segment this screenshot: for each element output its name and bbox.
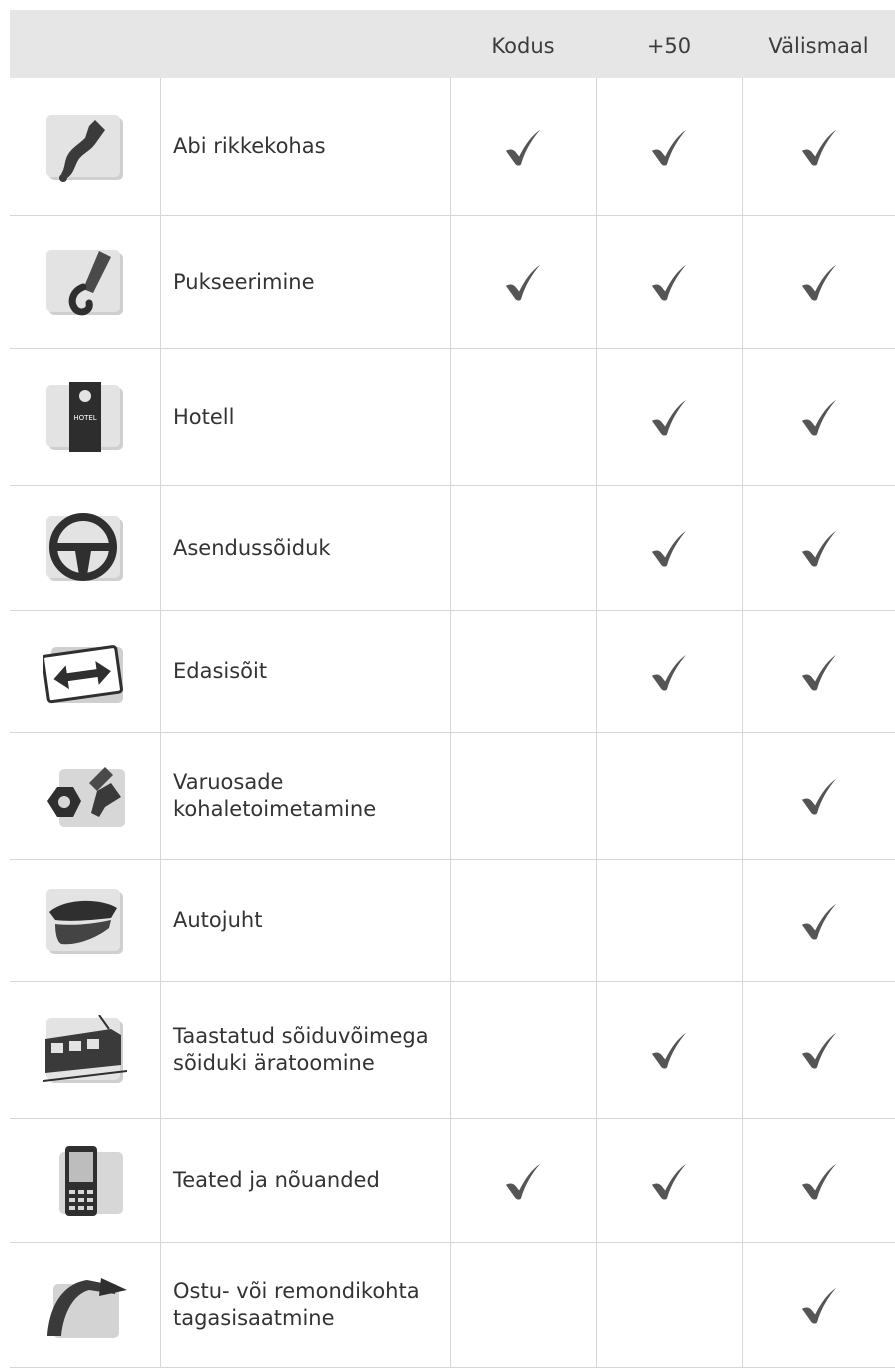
mobile-phone-icon (10, 1119, 160, 1242)
row-label: Asendussõiduk (173, 535, 331, 560)
empty-cell (450, 860, 596, 981)
checkmark-icon (596, 611, 742, 732)
checkmark-icon (742, 611, 895, 732)
column-divider (160, 1119, 161, 1242)
row-label: Ostu- või remondikohta tagasisaatmine (173, 1279, 420, 1330)
column-divider (160, 216, 161, 348)
table-row: Edasisõit (10, 611, 895, 733)
table-row: HOTEL Hotell (10, 349, 895, 486)
empty-cell (450, 349, 596, 485)
hotel-door-hanger-icon: HOTEL (10, 349, 160, 485)
column-divider (160, 860, 161, 981)
column-divider (160, 733, 161, 859)
checkmark-icon (742, 1119, 895, 1242)
table-row: Pukseerimine (10, 216, 895, 349)
checkmark-icon (742, 1243, 895, 1367)
row-label: Teated ja nõuanded (173, 1168, 380, 1192)
empty-cell (450, 611, 596, 732)
row-label: Taastatud sõiduvõimega sõiduki äratoomin… (173, 1024, 429, 1075)
column-divider (160, 486, 161, 610)
checkmark-icon (742, 982, 895, 1118)
table-row: Varuosade kohaletoimetamine (10, 733, 895, 860)
checkmark-icon (742, 733, 895, 859)
empty-cell (450, 486, 596, 610)
table-body: Abi rikkekohas Pukseerimine HOTEL Hotell Ase… (10, 78, 895, 1368)
checkmark-icon (596, 982, 742, 1118)
checkmark-icon (742, 349, 895, 485)
checkmark-icon (596, 1119, 742, 1242)
checkmark-icon (742, 78, 895, 215)
table-row: Taastatud sõiduvõimega sõiduki äratoomin… (10, 982, 895, 1119)
column-divider (160, 349, 161, 485)
empty-cell (596, 1243, 742, 1367)
table-row: Asendussõiduk (10, 486, 895, 611)
table-row: Teated ja nõuanded (10, 1119, 895, 1243)
row-label: Hotell (173, 404, 235, 429)
checkmark-icon (450, 78, 596, 215)
column-divider (160, 982, 161, 1118)
empty-cell (450, 733, 596, 859)
tow-hook-icon (10, 216, 160, 348)
row-label: Autojuht (173, 908, 263, 932)
checkmark-icon (596, 349, 742, 485)
empty-cell (596, 733, 742, 859)
empty-cell (596, 860, 742, 981)
column-divider (160, 1243, 161, 1367)
train-icon (10, 982, 160, 1118)
double-arrow-sign-icon (10, 611, 160, 732)
empty-cell (450, 982, 596, 1118)
column-divider (160, 611, 161, 732)
column-header-kodus: Kodus (491, 34, 555, 58)
row-label: Edasisõit (173, 659, 268, 683)
steering-wheel-icon (10, 486, 160, 610)
table-row: Abi rikkekohas (10, 78, 895, 216)
table-row: Ostu- või remondikohta tagasisaatmine (10, 1243, 895, 1368)
checkmark-icon (450, 1119, 596, 1242)
checkmark-icon (596, 216, 742, 348)
return-arrow-icon (10, 1243, 160, 1367)
row-label: Pukseerimine (173, 269, 315, 294)
column-divider (160, 78, 161, 215)
checkmark-icon (742, 216, 895, 348)
checkmark-icon (742, 486, 895, 610)
table-header: Kodus +50 Välismaal (10, 10, 895, 78)
coverage-table: Kodus +50 Välismaal Abi rikkekohas Puksee… (10, 10, 895, 1368)
checkmark-icon (450, 216, 596, 348)
column-header-plus50: +50 (646, 34, 692, 58)
checkmark-icon (596, 78, 742, 215)
nut-and-bolt-icon (10, 733, 160, 859)
row-label: Varuosade kohaletoimetamine (173, 770, 377, 821)
checkmark-icon (596, 486, 742, 610)
wrench-icon (10, 78, 160, 215)
column-header-valismaal: Välismaal (768, 34, 869, 58)
chauffeur-cap-icon (10, 860, 160, 981)
svg-text:HOTEL: HOTEL (73, 414, 96, 422)
row-label: Abi rikkekohas (173, 134, 326, 158)
table-row: Autojuht (10, 860, 895, 982)
empty-cell (450, 1243, 596, 1367)
checkmark-icon (742, 860, 895, 981)
